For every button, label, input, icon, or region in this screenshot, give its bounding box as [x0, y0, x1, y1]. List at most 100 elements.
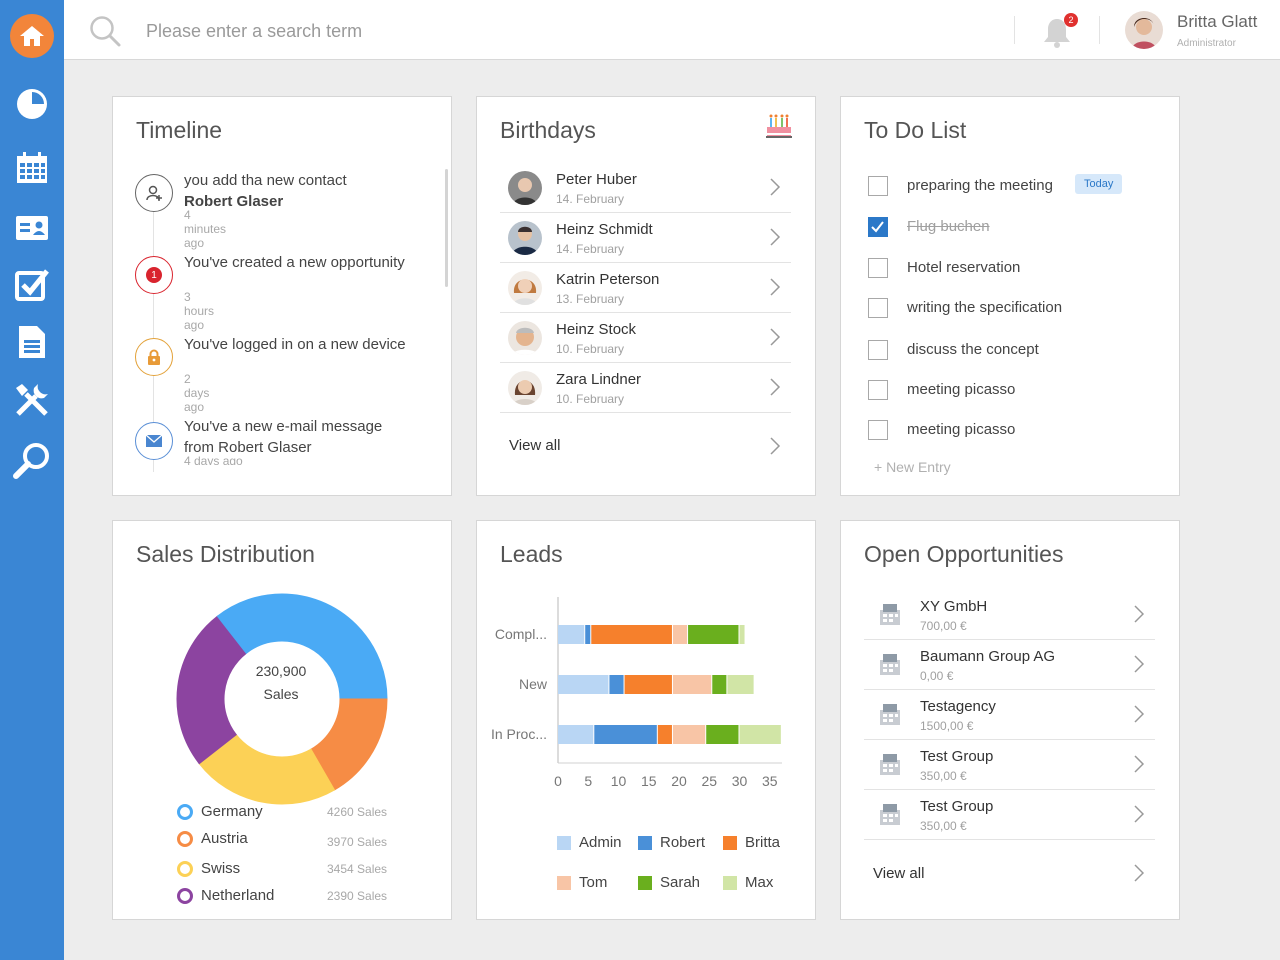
lock-icon — [135, 338, 173, 376]
bar-max-1[interactable] — [727, 675, 754, 694]
tools-icon[interactable] — [12, 380, 52, 420]
opportunity-value: 0,00 € — [920, 669, 954, 683]
timeline-item[interactable]: You've a new e-mail message from Robert … — [135, 420, 425, 465]
x-tick-label: 30 — [731, 773, 748, 789]
alert-icon: 1 — [135, 256, 173, 294]
todo-checkbox[interactable] — [868, 258, 888, 278]
top-bar: 2 Britta Glatt Administrator — [64, 0, 1280, 60]
bar-admin-0[interactable] — [558, 625, 585, 644]
bar-max-2[interactable] — [739, 725, 781, 744]
document-icon[interactable] — [12, 322, 52, 362]
opportunity-value: 350,00 € — [920, 819, 967, 833]
bar-tom-2[interactable] — [672, 725, 706, 744]
birthday-date: 10. February — [556, 392, 625, 406]
opportunities-view-all[interactable]: View all — [864, 855, 1155, 895]
leads-chart — [557, 597, 782, 764]
bar-robert-0[interactable] — [585, 625, 591, 644]
birthday-date: 14. February — [556, 192, 625, 206]
todo-checkbox[interactable] — [868, 380, 888, 400]
todo-checkbox[interactable] — [868, 217, 888, 237]
legend-label: Admin — [579, 834, 622, 851]
alert-badge: 1 — [146, 267, 162, 283]
bar-tom-1[interactable] — [672, 675, 712, 694]
scrollbar[interactable] — [445, 169, 448, 287]
timeline-item-time: 2 days ago — [184, 372, 210, 414]
todo-checkbox[interactable] — [868, 420, 888, 440]
home-icon[interactable] — [10, 14, 54, 58]
opportunity-name: Test Group — [920, 798, 994, 815]
bar-robert-1[interactable] — [609, 675, 624, 694]
opportunity-row[interactable]: Baumann Group AG 0,00 € — [864, 640, 1155, 690]
opportunity-row[interactable]: Test Group 350,00 € — [864, 790, 1155, 840]
user-name[interactable]: Britta Glatt — [1177, 12, 1257, 32]
opportunity-name: Test Group — [920, 748, 994, 765]
bar-tom-0[interactable] — [672, 625, 688, 644]
x-tick-label: 0 — [554, 773, 562, 789]
checklist-icon[interactable] — [12, 264, 52, 304]
todo-label: writing the specification — [907, 299, 1063, 316]
x-tick-label: 35 — [761, 773, 778, 789]
opportunity-name: XY GmbH — [920, 598, 988, 615]
todo-checkbox[interactable] — [868, 298, 888, 318]
bar-sarah-1[interactable] — [712, 675, 727, 694]
legend-swatch — [723, 876, 737, 890]
search-icon[interactable] — [88, 14, 122, 53]
bar-britta-2[interactable] — [657, 725, 672, 744]
new-entry-button[interactable]: + New Entry — [874, 459, 951, 475]
search-input[interactable] — [146, 16, 746, 46]
bar-britta-0[interactable] — [591, 625, 672, 644]
opportunity-row[interactable]: XY GmbH 700,00 € — [864, 590, 1155, 640]
legend-label: Robert — [660, 834, 706, 851]
chevron-right-icon — [769, 177, 781, 202]
timeline-item-time: 4 minutes ago — [184, 208, 227, 250]
legend-dot — [177, 804, 193, 820]
birthdays-view-all[interactable]: View all — [500, 427, 791, 467]
legend-swatch — [638, 876, 652, 890]
legend-dot — [177, 888, 193, 904]
bar-admin-2[interactable] — [558, 725, 594, 744]
todo-card: To Do List preparing the meeting Today F… — [840, 96, 1180, 496]
chevron-right-icon — [1133, 863, 1145, 888]
avatar — [508, 171, 542, 205]
pie-chart-icon[interactable] — [12, 84, 52, 124]
user-avatar[interactable] — [1125, 11, 1163, 49]
contact-card-icon[interactable] — [12, 208, 52, 248]
bar-max-0[interactable] — [739, 625, 745, 644]
bar-sarah-0[interactable] — [688, 625, 739, 644]
bar-admin-1[interactable] — [558, 675, 609, 694]
todo-label: Hotel reservation — [907, 259, 1021, 276]
chevron-right-icon — [1133, 604, 1145, 629]
calendar-icon[interactable] — [12, 148, 52, 188]
category-label: In Proc... — [490, 726, 547, 742]
birthday-row[interactable]: Heinz Schmidt 14. February — [500, 213, 791, 263]
search-nav-icon[interactable] — [12, 440, 52, 480]
divider — [1014, 16, 1015, 44]
birthdays-title: Birthdays — [500, 117, 596, 143]
opportunity-row[interactable]: Testagency 1500,00 € — [864, 690, 1155, 740]
legend-dot — [177, 861, 193, 877]
birthday-cake-icon — [765, 113, 793, 144]
opportunity-row[interactable]: Test Group 350,00 € — [864, 740, 1155, 790]
legend-swatch — [638, 836, 652, 850]
birthday-row[interactable]: Peter Huber 14. February — [500, 163, 791, 213]
check-icon — [871, 221, 884, 233]
x-tick-label: 10 — [610, 773, 627, 789]
sales-title: Sales Distribution — [136, 541, 315, 567]
birthday-row[interactable]: Katrin Peterson 13. February — [500, 263, 791, 313]
bar-britta-1[interactable] — [624, 675, 672, 694]
todo-checkbox[interactable] — [868, 176, 888, 196]
bar-robert-2[interactable] — [594, 725, 657, 744]
opportunity-name: Baumann Group AG — [920, 648, 1056, 665]
birthday-date: 13. February — [556, 292, 625, 306]
legend-value: 3454 Sales — [327, 862, 388, 876]
birthday-row[interactable]: Zara Lindner 10. February — [500, 363, 791, 413]
legend-label: Britta — [745, 834, 781, 851]
timeline-item-time: 4 days ago — [184, 454, 243, 465]
opportunity-value: 700,00 € — [920, 619, 967, 633]
todo-checkbox[interactable] — [868, 340, 888, 360]
sales-distribution-card: Sales Distribution 230,900 Sales Germany… — [112, 520, 452, 920]
birthday-row[interactable]: Heinz Stock 10. February — [500, 313, 791, 363]
legend-label: Sarah — [660, 874, 701, 891]
bar-sarah-2[interactable] — [706, 725, 739, 744]
view-all-label: View all — [873, 865, 925, 882]
